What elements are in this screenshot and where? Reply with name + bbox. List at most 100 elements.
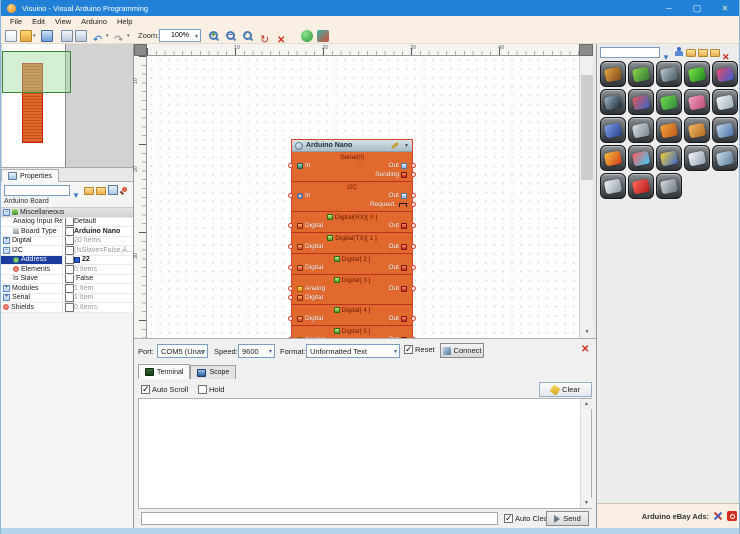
toolbox-check-button[interactable] [656, 173, 682, 199]
auto-clear-checkbox[interactable] [504, 513, 513, 524]
toolbox-shapes-button[interactable] [628, 89, 654, 115]
property-shields[interactable]: Shields 0 Items [1, 303, 133, 313]
property-is-slave[interactable]: Is Slave False [1, 274, 133, 284]
scroll-down-arrow[interactable]: ▼ [580, 325, 594, 338]
input-pin[interactable] [288, 162, 293, 168]
format-combobox[interactable]: Unformatted Text [306, 344, 400, 358]
pin-panel-icon[interactable] [120, 185, 130, 195]
toolbox-hand-button[interactable] [684, 117, 710, 143]
speed-combobox[interactable]: 9600 [238, 344, 275, 358]
toolbox-dice-button[interactable] [684, 89, 710, 115]
send-button[interactable]: Send [546, 511, 589, 526]
terminal-scrollbar[interactable]: ▲ ▼ [580, 399, 592, 508]
output-pin[interactable] [411, 192, 416, 198]
property-checkbox[interactable] [65, 246, 74, 255]
property-address[interactable]: Address 22 [1, 255, 133, 265]
output-pin[interactable] [411, 171, 416, 177]
property-checkbox[interactable] [65, 303, 74, 312]
toolbox-cube-button[interactable] [684, 145, 710, 171]
zoom-in-icon[interactable]: + [209, 30, 218, 40]
tree-expander-icon[interactable] [3, 208, 10, 216]
chevron-down-icon[interactable]: ▼ [404, 143, 409, 149]
toolbox-search-input[interactable] [600, 46, 660, 58]
new-project-icon[interactable] [5, 29, 17, 42]
property-board-type[interactable]: Board Type Arduino Nano [1, 227, 133, 237]
input-pin[interactable] [288, 222, 293, 228]
component-header[interactable]: Arduino Nano ▼ [292, 140, 412, 152]
toolbox-filter-icon[interactable] [662, 47, 672, 57]
toolbox-expand-icon[interactable] [698, 49, 708, 57]
terminal-output[interactable]: ▲ ▼ [138, 398, 592, 509]
toolbox-clear-filter-icon[interactable] [722, 47, 732, 57]
redo-icon[interactable] [114, 30, 126, 42]
user-view-icon[interactable] [674, 47, 684, 57]
output-pin[interactable] [411, 201, 416, 207]
property-elements[interactable]: Elements 0 Items [1, 265, 133, 275]
zoom-combobox[interactable]: 100% [159, 29, 201, 42]
scroll-thumb[interactable] [581, 75, 593, 180]
categorized-view-icon[interactable] [108, 185, 118, 195]
redo-dropdown-icon[interactable]: ▾ [127, 33, 130, 39]
zoom-reset-icon[interactable]: · [243, 30, 252, 40]
terminal-scroll-down-arrow[interactable]: ▼ [581, 498, 592, 508]
close-button[interactable] [711, 0, 739, 16]
property-checkbox[interactable] [65, 274, 74, 283]
maximize-button[interactable] [683, 0, 711, 16]
help-icon[interactable] [301, 29, 313, 42]
property-analog-input-reference[interactable]: Analog Input Refe... Default [1, 217, 133, 227]
overview-minimap[interactable] [1, 44, 133, 168]
toolbox-power-button[interactable] [628, 173, 654, 199]
filter-icon[interactable] [72, 185, 82, 195]
open-dropdown-icon[interactable]: ▾ [33, 33, 36, 39]
toolbox-pins-button[interactable] [712, 61, 738, 87]
toolbox-plus-blocks-button[interactable] [656, 89, 682, 115]
minimize-button[interactable] [655, 0, 683, 16]
toolbox-faucet-button[interactable] [712, 145, 738, 171]
toolbox-magnet-button[interactable] [600, 89, 626, 115]
terminal-scroll-up-arrow[interactable]: ▲ [581, 399, 592, 409]
toolbox-fire-button[interactable] [600, 145, 626, 171]
input-pin[interactable] [288, 243, 293, 249]
property-checkbox[interactable] [65, 284, 74, 293]
property-checkbox[interactable] [65, 236, 74, 245]
menu-arduino[interactable]: Arduino [76, 17, 112, 26]
menu-view[interactable]: View [50, 17, 76, 26]
menu-help[interactable]: Help [112, 17, 137, 26]
tab-scope[interactable]: Scope [190, 365, 237, 379]
ads-close-icon[interactable] [713, 511, 723, 521]
input-pin[interactable] [288, 294, 293, 300]
send-input[interactable] [141, 512, 498, 525]
property-checkbox[interactable] [65, 255, 74, 264]
feedback-icon[interactable] [686, 48, 696, 57]
output-pin[interactable] [411, 264, 416, 270]
delete-icon[interactable] [277, 30, 289, 42]
wrench-icon[interactable] [391, 141, 400, 150]
toolbox-color-wheel-button[interactable] [628, 145, 654, 171]
input-pin[interactable] [288, 285, 293, 291]
undo-icon[interactable] [93, 30, 105, 42]
minimap-viewport-rect[interactable] [2, 51, 71, 93]
canvas-vertical-scrollbar[interactable]: ▲ ▼ [579, 44, 594, 338]
expand-all-icon[interactable] [84, 187, 94, 195]
toolbox-paper-button[interactable] [712, 89, 738, 115]
tree-expander-icon[interactable] [3, 294, 10, 302]
toolbox-fish-button[interactable] [656, 117, 682, 143]
output-pin[interactable] [411, 285, 416, 291]
output-pin[interactable] [411, 315, 416, 321]
tree-expander-icon[interactable] [3, 237, 10, 245]
output-pin[interactable] [411, 162, 416, 168]
toolbox-sphere-button[interactable] [628, 117, 654, 143]
open-project-icon[interactable] [20, 29, 32, 42]
toolbox-script-button[interactable] [600, 173, 626, 199]
property-modules[interactable]: Modules 1 Item [1, 284, 133, 294]
output-pin[interactable] [411, 243, 416, 249]
input-pin[interactable] [288, 264, 293, 270]
property-i2c[interactable]: I2C (IsSlave=False,A... [1, 246, 133, 256]
property-group-miscellaneous[interactable]: Miscellaneous [1, 208, 133, 218]
menu-edit[interactable]: Edit [27, 17, 50, 26]
hold-checkbox[interactable] [198, 385, 207, 394]
toolbox-clock-button[interactable] [656, 145, 682, 171]
ads-record-icon[interactable] [727, 511, 737, 521]
zoom-out-icon[interactable]: − [226, 30, 235, 40]
input-pin[interactable] [288, 192, 293, 198]
